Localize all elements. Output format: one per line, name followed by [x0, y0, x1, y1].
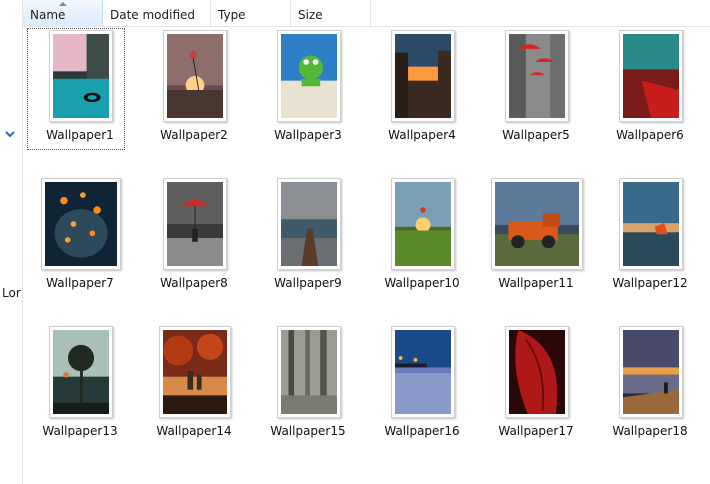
file-item[interactable]: Wallpaper4 — [365, 28, 481, 156]
autumn-city-icon — [163, 330, 227, 414]
column-date-header[interactable]: Date modified — [103, 0, 211, 26]
file-name-label: Wallpaper8 — [160, 276, 228, 290]
file-item[interactable]: Wallpaper16 — [365, 324, 481, 452]
thumbnail[interactable] — [505, 30, 569, 122]
file-item[interactable]: Wallpaper15 — [251, 324, 367, 452]
file-name-label: Wallpaper13 — [42, 424, 118, 438]
file-item[interactable]: Wallpaper1 — [23, 28, 139, 156]
file-item[interactable]: Wallpaper2 — [137, 28, 253, 156]
file-item[interactable]: Wallpaper17 — [479, 324, 595, 452]
dusk-street-icon — [395, 34, 451, 118]
foggy-forest-icon — [281, 330, 337, 414]
column-type-label: Type — [218, 8, 246, 22]
file-name-label: Wallpaper7 — [46, 276, 114, 290]
file-name-label: Wallpaper12 — [612, 276, 688, 290]
lake-dusk-icon — [623, 182, 679, 266]
pool-icon — [53, 34, 109, 118]
thumbnail[interactable] — [277, 30, 341, 122]
thumbnail[interactable] — [163, 30, 227, 122]
sort-ascending-icon — [59, 2, 67, 6]
file-name-label: Wallpaper4 — [388, 128, 456, 142]
column-name-header[interactable]: Name — [23, 0, 103, 26]
thumbnail[interactable] — [619, 178, 683, 270]
file-item[interactable]: Wallpaper14 — [137, 324, 253, 452]
thumbnail[interactable] — [277, 326, 341, 418]
thumbnail[interactable] — [491, 178, 583, 270]
meadow-sunset-icon — [395, 182, 451, 266]
tree-silhouette-icon — [53, 330, 109, 414]
file-name-label: Wallpaper1 — [46, 128, 114, 142]
file-item[interactable]: Wallpaper12 — [593, 176, 709, 304]
thumbnail[interactable] — [49, 30, 113, 122]
file-name-label: Wallpaper6 — [616, 128, 684, 142]
thumbnail[interactable] — [159, 326, 231, 418]
file-item[interactable]: Wallpaper9 — [251, 176, 367, 304]
column-header: Name Date modified Type Size — [23, 0, 710, 27]
file-name-label: Wallpaper14 — [156, 424, 232, 438]
file-name-label: Wallpaper10 — [384, 276, 460, 290]
file-item[interactable]: Wallpaper13 — [23, 324, 139, 452]
file-name-label: Wallpaper5 — [502, 128, 570, 142]
sunset-balloon-icon — [167, 34, 223, 118]
frog-beach-icon — [281, 34, 337, 118]
bokeh-jar-icon — [45, 182, 117, 266]
column-date-label: Date modified — [110, 8, 196, 22]
thumbnail[interactable] — [41, 178, 121, 270]
navigation-pane: Lor — [0, 0, 23, 484]
column-size-header[interactable]: Size — [291, 0, 371, 26]
old-truck-icon — [495, 182, 579, 266]
thumbnail[interactable] — [619, 30, 683, 122]
file-name-label: Wallpaper15 — [270, 424, 346, 438]
thumbnail[interactable] — [391, 30, 455, 122]
file-item[interactable]: Wallpaper10 — [365, 176, 481, 304]
file-item[interactable]: Wallpaper7 — [23, 176, 139, 304]
thumbnail[interactable] — [619, 326, 683, 418]
thumbnail[interactable] — [505, 326, 569, 418]
file-name-label: Wallpaper9 — [274, 276, 342, 290]
file-item[interactable]: Wallpaper11 — [479, 176, 595, 304]
file-name-label: Wallpaper17 — [498, 424, 574, 438]
nav-item-label[interactable]: Lor — [2, 286, 21, 300]
file-name-label: Wallpaper3 — [274, 128, 342, 142]
umbrella-storm-icon — [167, 182, 223, 266]
file-item[interactable]: Wallpaper5 — [479, 28, 595, 156]
blue-pier-night-icon — [395, 330, 451, 414]
thumbnail[interactable] — [391, 326, 455, 418]
file-item[interactable]: Wallpaper6 — [593, 28, 709, 156]
file-name-label: Wallpaper11 — [498, 276, 574, 290]
column-type-header[interactable]: Type — [211, 0, 291, 26]
file-item[interactable]: Wallpaper8 — [137, 176, 253, 304]
file-name-label: Wallpaper16 — [384, 424, 460, 438]
thumbnail[interactable] — [277, 178, 341, 270]
thumbnail[interactable] — [163, 178, 227, 270]
chevron-down-icon[interactable] — [4, 128, 16, 140]
red-umbrella-street-icon — [509, 34, 565, 118]
file-item[interactable]: Wallpaper3 — [251, 28, 367, 156]
red-leaf-icon — [509, 330, 565, 414]
file-name-label: Wallpaper2 — [160, 128, 228, 142]
pier-icon — [281, 182, 337, 266]
red-field-icon — [623, 34, 679, 118]
file-item[interactable]: Wallpaper18 — [593, 324, 709, 452]
column-size-label: Size — [298, 8, 323, 22]
dock-sunset-icon — [623, 330, 679, 414]
file-name-label: Wallpaper18 — [612, 424, 688, 438]
thumbnail[interactable] — [49, 326, 113, 418]
column-name-label: Name — [30, 8, 66, 22]
thumbnail[interactable] — [391, 178, 455, 270]
